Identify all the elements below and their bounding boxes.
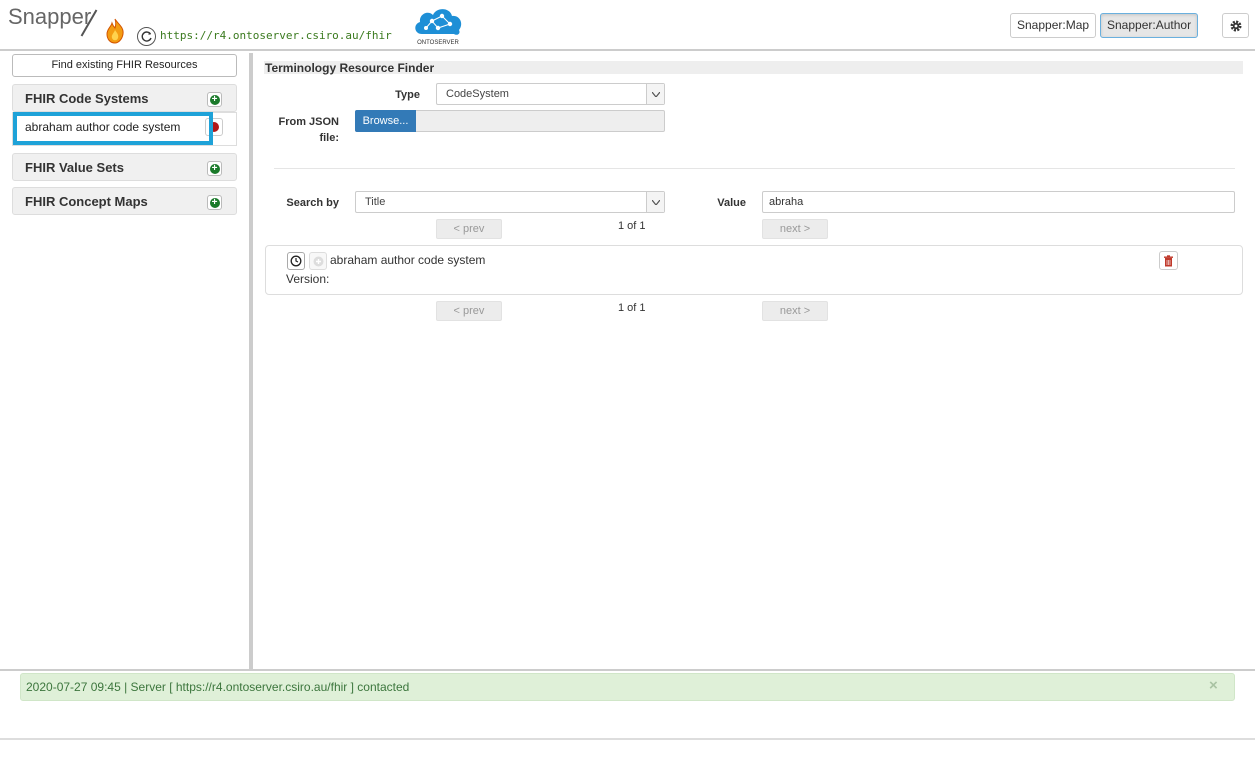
value-input[interactable]: abraha	[762, 191, 1235, 213]
top-bar: Snapper https://r4.ontoserver.csiro.au/f…	[0, 0, 1255, 51]
add-value-set-button[interactable]: +	[207, 161, 222, 176]
copy-button[interactable]	[309, 252, 327, 270]
ontoserver-label: ONTOSERVER	[417, 40, 459, 46]
json-file-label-line1: From JSON	[278, 116, 339, 128]
bottom-divider	[0, 738, 1255, 740]
code-systems-panel-header[interactable]: FHIR Code Systems +	[12, 84, 237, 112]
section-divider	[274, 168, 1235, 169]
plus-icon: +	[209, 94, 220, 105]
page-count-bottom: 1 of 1	[618, 302, 646, 314]
plus-circle-icon	[313, 256, 323, 266]
prev-page-button-bottom[interactable]: < prev	[436, 301, 502, 321]
type-select[interactable]: CodeSystem	[436, 83, 665, 105]
sidebar-divider[interactable]	[249, 53, 253, 669]
value-sets-panel-header[interactable]: FHIR Value Sets +	[12, 153, 237, 181]
status-message: 2020-07-27 09:45 | Server [ https://r4.o…	[26, 680, 410, 694]
type-select-value: CodeSystem	[446, 88, 509, 100]
type-label: Type	[395, 89, 420, 101]
footer-divider	[0, 669, 1255, 671]
add-code-system-button[interactable]: +	[207, 92, 222, 107]
concept-maps-title: FHIR Concept Maps	[25, 194, 148, 209]
selection-highlight	[13, 112, 213, 145]
chevron-down-icon	[646, 84, 664, 104]
app-logo-text: Snapper	[8, 4, 92, 29]
search-by-value: Title	[365, 196, 386, 208]
find-existing-fhir-resources-button[interactable]: Find existing FHIR Resources	[12, 54, 237, 77]
code-systems-title: FHIR Code Systems	[25, 91, 149, 106]
next-page-button-bottom[interactable]: next >	[762, 301, 828, 321]
plus-icon: +	[209, 197, 220, 208]
delete-result-button[interactable]	[1159, 251, 1178, 270]
flame-icon	[106, 18, 124, 44]
result-version-label: Version:	[286, 272, 330, 286]
browse-button[interactable]: Browse...	[355, 110, 416, 132]
trash-icon	[1164, 254, 1173, 266]
refresh-server-icon[interactable]	[137, 27, 156, 46]
gear-icon	[1230, 20, 1241, 31]
value-sets-title: FHIR Value Sets	[25, 160, 124, 175]
next-page-button-top[interactable]: next >	[762, 219, 828, 239]
clock-icon	[290, 255, 302, 267]
page-count-top: 1 of 1	[618, 220, 646, 232]
search-by-label: Search by	[286, 197, 339, 209]
ontoserver-logo-icon: ONTOSERVER	[415, 9, 462, 46]
value-label: Value	[717, 197, 746, 209]
server-url: https://r4.ontoserver.csiro.au/fhir	[160, 29, 392, 42]
history-button[interactable]	[287, 252, 305, 270]
add-concept-map-button[interactable]: +	[207, 195, 222, 210]
concept-maps-panel-header[interactable]: FHIR Concept Maps +	[12, 187, 237, 215]
page-title: Terminology Resource Finder	[265, 61, 435, 75]
settings-gear-button[interactable]	[1222, 13, 1249, 38]
json-file-label-line2: file:	[319, 132, 339, 144]
close-icon[interactable]: ×	[1209, 677, 1218, 694]
plus-icon: +	[209, 163, 220, 174]
result-title[interactable]: abraham author code system	[330, 253, 485, 267]
search-by-select[interactable]: Title	[355, 191, 665, 213]
snapper-map-button[interactable]: Snapper:Map	[1010, 13, 1097, 38]
prev-page-button-top[interactable]: < prev	[436, 219, 502, 239]
chevron-down-icon	[646, 192, 664, 212]
snapper-author-button[interactable]: Snapper:Author	[1100, 13, 1199, 38]
